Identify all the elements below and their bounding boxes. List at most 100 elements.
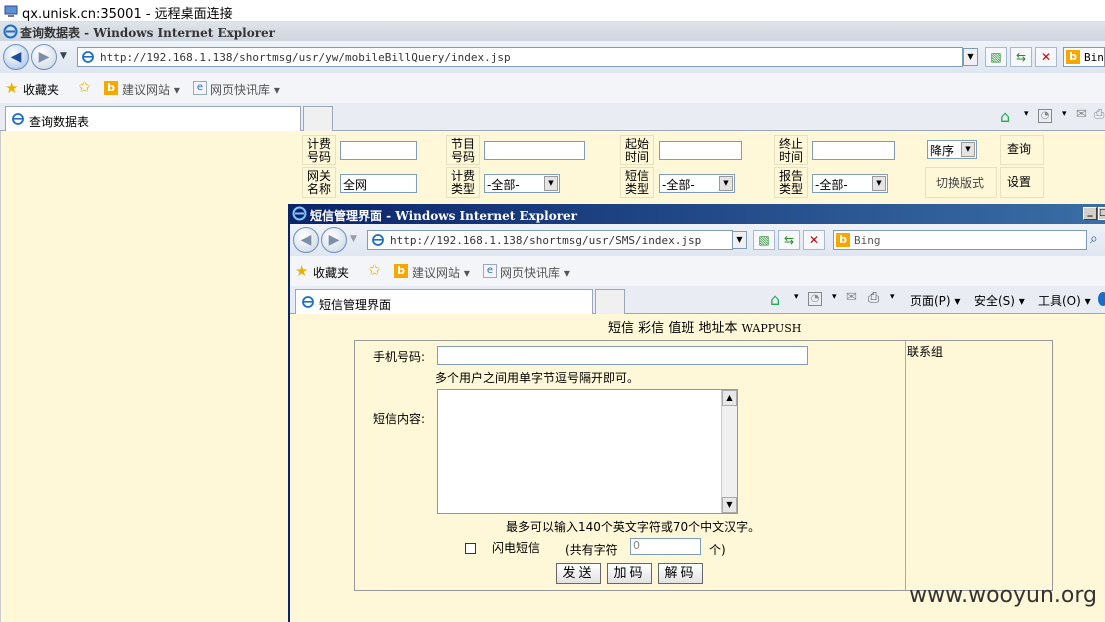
refresh-icon: ⇆ bbox=[1015, 50, 1027, 64]
feeds-dropdown-icon[interactable]: ▾ bbox=[1062, 109, 1067, 119]
new-tab-button[interactable] bbox=[303, 106, 333, 131]
nav-link-address-book[interactable]: 地址本 bbox=[698, 321, 737, 336]
scroll-up-icon[interactable]: ▲ bbox=[722, 390, 737, 406]
refresh-button[interactable]: ⇆ bbox=[778, 230, 800, 250]
gateway-name-input[interactable]: 全网 bbox=[340, 174, 417, 193]
query-button[interactable]: 查询 bbox=[1000, 135, 1044, 165]
forward-button[interactable]: ▶ bbox=[31, 44, 57, 70]
billing-number-input[interactable] bbox=[340, 141, 417, 160]
minimize-button[interactable]: _ bbox=[1083, 207, 1097, 220]
textarea-scrollbar[interactable]: ▲ ▼ bbox=[721, 390, 737, 513]
bing-icon: b bbox=[836, 233, 850, 247]
history-dropdown-icon[interactable]: ▼ bbox=[350, 234, 357, 244]
favorites-button[interactable]: 收藏夹 bbox=[313, 264, 349, 281]
feeds-dropdown-icon[interactable]: ▾ bbox=[832, 292, 837, 302]
switch-layout-button[interactable]: 切换版式 bbox=[925, 167, 997, 198]
print-dropdown-icon[interactable]: ▾ bbox=[890, 292, 895, 302]
safety-menu[interactable]: 安全(S) ▾ bbox=[974, 292, 1025, 309]
compat-icon: ▧ bbox=[758, 233, 770, 247]
phone-label: 手机号码: bbox=[373, 350, 426, 364]
feeds-icon[interactable]: ◔ bbox=[1038, 109, 1052, 123]
home-dropdown-icon[interactable]: ▾ bbox=[1024, 109, 1029, 119]
tools-menu[interactable]: 工具(O) ▾ bbox=[1038, 292, 1091, 309]
print-icon[interactable]: ⎙ bbox=[868, 290, 879, 306]
sms-search-box[interactable]: b Bing bbox=[833, 230, 1087, 250]
history-dropdown-icon[interactable]: ▼ bbox=[60, 51, 67, 61]
billing-number-label: 计费号码 bbox=[302, 135, 336, 165]
billing-type-select[interactable]: -全部- ▼ bbox=[484, 174, 560, 193]
back-search-box[interactable]: b Bin bbox=[1063, 47, 1105, 67]
address-dropdown[interactable]: ▼ bbox=[963, 48, 978, 66]
compat-view-button[interactable]: ▧ bbox=[985, 47, 1007, 67]
stop-button[interactable]: ✕ bbox=[1035, 47, 1057, 67]
suggested-sites-link[interactable]: 建议网站 ▾ bbox=[412, 264, 470, 281]
add-favorite-icon[interactable]: ✩ bbox=[368, 261, 381, 279]
send-button[interactable]: 发送 bbox=[556, 563, 601, 584]
sms-active-tab[interactable]: 短信管理界面 bbox=[295, 289, 593, 314]
suggested-sites-link[interactable]: 建议网站 ▾ bbox=[122, 81, 180, 98]
compat-view-button[interactable]: ▧ bbox=[753, 230, 775, 250]
add-favorite-icon[interactable]: ✩ bbox=[78, 78, 91, 96]
chevron-down-icon: ▼ bbox=[719, 176, 733, 191]
content-textarea[interactable]: ▲ ▼ bbox=[437, 389, 738, 514]
sms-address-bar[interactable]: http://192.168.1.138/shortmsg/usr/SMS/in… bbox=[367, 230, 733, 250]
address-dropdown[interactable]: ▼ bbox=[732, 231, 747, 249]
help-icon[interactable] bbox=[1098, 292, 1105, 306]
chevron-down-icon: ▼ bbox=[961, 142, 975, 157]
panel-divider bbox=[905, 341, 906, 590]
program-number-input[interactable] bbox=[484, 141, 585, 160]
scroll-down-icon[interactable]: ▼ bbox=[722, 497, 737, 513]
home-dropdown-icon[interactable]: ▾ bbox=[794, 292, 799, 302]
sms-type-select[interactable]: -全部- ▼ bbox=[659, 174, 735, 193]
chevron-down-icon: ▼ bbox=[872, 176, 886, 191]
search-icon[interactable]: ⌕ bbox=[1090, 231, 1098, 247]
char-count-suffix: 个) bbox=[709, 543, 726, 557]
close-icon: ✕ bbox=[808, 233, 820, 247]
back-nav-bar: ◀ ▶ ▼ http://192.168.1.138/shortmsg/usr/… bbox=[0, 41, 1105, 73]
nav-link-duty[interactable]: 值班 bbox=[668, 321, 694, 336]
settings-button[interactable]: 设置 bbox=[1000, 167, 1044, 198]
favorites-button[interactable]: 收藏夹 bbox=[23, 81, 59, 98]
maximize-button[interactable]: □ bbox=[1098, 207, 1105, 220]
arrow-right-icon: ▶ bbox=[38, 49, 50, 65]
home-icon[interactable]: ⌂ bbox=[1000, 107, 1010, 126]
home-icon[interactable]: ⌂ bbox=[770, 290, 780, 309]
back-tab-label: 查询数据表 bbox=[29, 115, 90, 129]
page-menu[interactable]: 页面(P) ▾ bbox=[910, 292, 960, 309]
star-icon: ★ bbox=[5, 79, 19, 97]
encode-button[interactable]: 加码 bbox=[607, 563, 652, 584]
nav-link-sms[interactable]: 短信 bbox=[608, 321, 634, 336]
report-type-select[interactable]: -全部- ▼ bbox=[812, 174, 888, 193]
char-count-field: 0 bbox=[630, 538, 701, 555]
new-tab-button[interactable] bbox=[595, 289, 625, 314]
nav-link-mms[interactable]: 彩信 bbox=[638, 321, 664, 336]
forward-button[interactable]: ▶ bbox=[321, 227, 347, 253]
rdp-title-bar: qx.unisk.cn:35001 - 远程桌面连接 bbox=[0, 0, 1105, 22]
page-icon bbox=[12, 113, 24, 125]
print-icon[interactable]: ⎙ bbox=[1094, 107, 1104, 122]
web-slice-link[interactable]: 网页快讯库 ▾ bbox=[500, 264, 570, 281]
web-slice-link[interactable]: 网页快讯库 ▾ bbox=[210, 81, 280, 98]
sort-order-select[interactable]: 降序 ▼ bbox=[927, 140, 977, 159]
flash-sms-checkbox[interactable] bbox=[465, 543, 476, 554]
ie-icon bbox=[292, 206, 307, 221]
start-time-input[interactable] bbox=[659, 141, 742, 160]
mail-icon[interactable]: ✉ bbox=[846, 290, 857, 305]
stop-button[interactable]: ✕ bbox=[803, 230, 825, 250]
sms-nav-links: 短信 彩信 值班 地址本 WAPPUSH bbox=[608, 317, 801, 336]
back-button[interactable]: ◀ bbox=[293, 227, 319, 253]
arrow-left-icon: ◀ bbox=[10, 49, 22, 65]
end-time-input[interactable] bbox=[812, 141, 895, 160]
sms-address-text: http://192.168.1.138/shortmsg/usr/SMS/in… bbox=[390, 234, 702, 247]
nav-link-wappush[interactable]: WAPPUSH bbox=[742, 322, 802, 335]
back-address-bar[interactable]: http://192.168.1.138/shortmsg/usr/yw/mob… bbox=[77, 47, 963, 67]
feeds-icon[interactable]: ◔ bbox=[808, 292, 822, 306]
back-active-tab[interactable]: 查询数据表 bbox=[5, 106, 301, 131]
phone-input[interactable] bbox=[437, 346, 808, 365]
mail-icon[interactable]: ✉ bbox=[1076, 107, 1087, 122]
report-type-label: 报告类型 bbox=[774, 167, 808, 198]
refresh-button[interactable]: ⇆ bbox=[1010, 47, 1032, 67]
contacts-group-label: 联系组 bbox=[907, 345, 944, 359]
decode-button[interactable]: 解码 bbox=[658, 563, 703, 584]
back-button[interactable]: ◀ bbox=[3, 44, 29, 70]
